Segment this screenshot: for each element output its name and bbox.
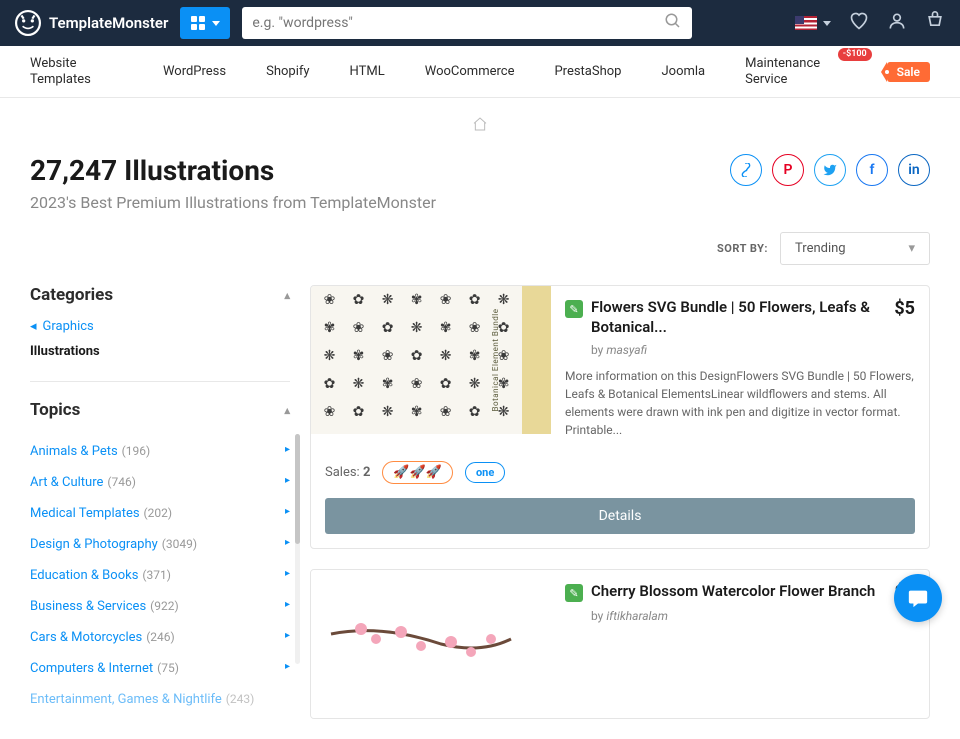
twitter-icon[interactable] [814, 154, 846, 186]
chevron-right-icon: ▸ [285, 444, 290, 455]
topics-heading[interactable]: Topics ▴ [30, 400, 290, 420]
sort-row: SORT BY: Trending ▾ [30, 232, 930, 265]
chat-button[interactable] [894, 574, 942, 622]
brand-logo[interactable]: TemplateMonster [15, 10, 168, 36]
header-right [795, 11, 945, 36]
verified-icon: ✎ [565, 584, 583, 602]
nav-maintenance[interactable]: Maintenance Service -$100 [745, 56, 847, 87]
nav-joomla[interactable]: Joomla [661, 64, 705, 79]
product-card: ❀✿❋✾❀✿❋ ✾❀✿❋✾❀✿ ❋✾❀✿❋✾❀ ✿❋✾❀✿❋✾ ❀✿❋✾❀✿❋ … [310, 285, 930, 549]
sales-count: Sales: 2 [325, 465, 370, 480]
details-button[interactable]: Details [325, 498, 915, 534]
pinterest-icon[interactable]: P [772, 154, 804, 186]
thumbnail-label: Botanical Element Bundle [491, 309, 500, 412]
topic-item[interactable]: Business & Services (922)▸ [30, 589, 290, 620]
nav-website-templates[interactable]: Website Templates [30, 56, 123, 87]
chevron-right-icon: ▸ [285, 537, 290, 548]
nav-wordpress[interactable]: WordPress [163, 64, 226, 79]
product-title[interactable]: Cherry Blossom Watercolor Flower Branch [591, 582, 886, 602]
chevron-down-icon [823, 21, 831, 26]
chevron-left-icon: ◂ [30, 319, 37, 334]
language-selector[interactable] [795, 16, 831, 30]
one-subscription-badge[interactable]: one [465, 462, 505, 483]
filters-sidebar: Categories ▴ ◂ Graphics Illustrations To… [30, 285, 290, 739]
chevron-right-icon: ▸ [285, 661, 290, 672]
page-title: 27,247 Illustrations [30, 154, 274, 187]
topic-item[interactable]: Animals & Pets (196)▸ [30, 434, 290, 465]
breadcrumb [0, 98, 960, 154]
product-list: ❀✿❋✾❀✿❋ ✾❀✿❋✾❀✿ ❋✾❀✿❋✾❀ ✿❋✾❀✿❋✾ ❀✿❋✾❀✿❋ … [310, 285, 930, 739]
nav-html[interactable]: HTML [350, 64, 385, 79]
category-back-link[interactable]: ◂ Graphics [30, 319, 290, 334]
chevron-down-icon: ▾ [908, 241, 915, 256]
topics-list: Animals & Pets (196)▸ Art & Culture (746… [30, 434, 290, 713]
search-bar [242, 7, 692, 39]
linkedin-icon[interactable]: in [898, 154, 930, 186]
topic-item[interactable]: Medical Templates (202)▸ [30, 496, 290, 527]
topic-item[interactable]: Cars & Motorcycles (246)▸ [30, 620, 290, 651]
topic-item[interactable]: Computers & Internet (75)▸ [30, 651, 290, 682]
page-subtitle: 2023's Best Premium Illustrations from T… [30, 193, 930, 212]
scrollbar-track[interactable] [295, 434, 300, 664]
chevron-right-icon: ▸ [285, 630, 290, 641]
sort-label: SORT BY: [717, 242, 768, 255]
chevron-up-icon: ▴ [284, 404, 290, 417]
product-author[interactable]: by iftikharalam [591, 609, 915, 623]
search-input[interactable] [252, 15, 664, 31]
scrollbar-thumb[interactable] [295, 434, 300, 544]
divider [30, 381, 290, 382]
social-share: P f in [730, 154, 930, 186]
chevron-down-icon [212, 21, 220, 26]
verified-icon: ✎ [565, 300, 583, 318]
product-description: More information on this DesignFlowers S… [565, 367, 915, 439]
topic-item[interactable]: Entertainment, Games & Nightlife (243) [30, 682, 290, 713]
search-icon[interactable] [664, 12, 682, 34]
product-card: ✎ Cherry Blossom Watercolor Flower Branc… [310, 569, 930, 719]
account-icon[interactable] [887, 11, 907, 36]
facebook-icon[interactable]: f [856, 154, 888, 186]
home-icon[interactable] [472, 117, 488, 136]
product-thumbnail[interactable]: ❀✿❋✾❀✿❋ ✾❀✿❋✾❀✿ ❋✾❀✿❋✾❀ ✿❋✾❀✿❋✾ ❀✿❋✾❀✿❋ … [311, 286, 551, 434]
product-title[interactable]: Flowers SVG Bundle | 50 Flowers, Leafs &… [591, 298, 886, 337]
main-nav: Website Templates WordPress Shopify HTML… [0, 46, 960, 98]
chevron-right-icon: ▸ [285, 599, 290, 610]
chevron-right-icon: ▸ [285, 475, 290, 486]
nav-shopify[interactable]: Shopify [266, 64, 309, 79]
chevron-right-icon: ▸ [285, 568, 290, 579]
nav-prestashop[interactable]: PrestaShop [554, 64, 621, 79]
product-thumbnail[interactable] [311, 570, 551, 718]
top-header: TemplateMonster [0, 0, 960, 46]
topic-item[interactable]: Art & Culture (746)▸ [30, 465, 290, 496]
chevron-right-icon: ▸ [285, 506, 290, 517]
product-price: $5 [894, 298, 915, 319]
us-flag-icon [795, 16, 817, 30]
topic-item[interactable]: Education & Books (371)▸ [30, 558, 290, 589]
trending-badge[interactable]: 🚀🚀🚀 [382, 461, 453, 484]
topic-item[interactable]: Design & Photography (3049)▸ [30, 527, 290, 558]
categories-grid-button[interactable] [180, 7, 230, 39]
nav-woocommerce[interactable]: WooCommerce [425, 64, 515, 79]
grid-icon [191, 16, 205, 30]
chevron-up-icon: ▴ [284, 289, 290, 302]
brand-text: TemplateMonster [49, 14, 168, 32]
product-author[interactable]: by masyafi [591, 343, 915, 357]
monster-icon [15, 10, 41, 36]
sort-select[interactable]: Trending ▾ [780, 232, 930, 265]
cart-icon[interactable] [925, 11, 945, 36]
discount-badge: -$100 [838, 48, 872, 61]
favorites-icon[interactable] [849, 11, 869, 36]
sale-tag[interactable]: Sale [887, 62, 930, 82]
share-link-icon[interactable] [730, 154, 762, 186]
current-category: Illustrations [30, 344, 290, 359]
categories-heading[interactable]: Categories ▴ [30, 285, 290, 305]
